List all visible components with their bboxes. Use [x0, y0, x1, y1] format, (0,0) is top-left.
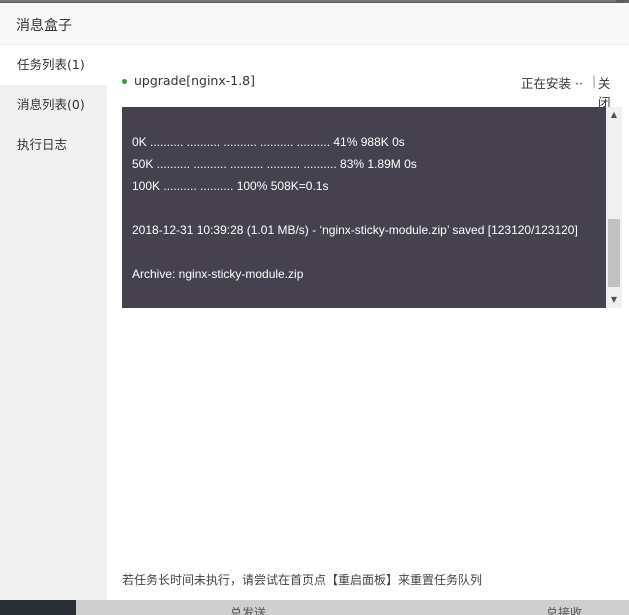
- sidebar-item-task-list[interactable]: 任务列表(1): [0, 45, 107, 85]
- task-status: 正在安装 ··: [521, 76, 583, 91]
- scrollbar-thumb[interactable]: [608, 219, 620, 287]
- console-line: 2018-12-31 10:39:28 (1.01 MB/s) - ‘nginx…: [132, 223, 578, 237]
- console-line: Archive: nginx-sticky-module.zip: [132, 267, 304, 281]
- console-line: 0K .......... .......... .......... ....…: [132, 135, 405, 149]
- modal-title: 消息盒子: [16, 18, 72, 34]
- sidebar-item-label: 执行日志: [17, 137, 68, 152]
- task-close-button[interactable]: 关闭: [598, 73, 622, 111]
- background-stats-bar: [0, 598, 629, 615]
- background-sidebar: [0, 598, 76, 615]
- scroll-down-arrow-icon[interactable]: ▼: [606, 292, 622, 308]
- task-row: upgrade[nginx-1.8] 正在安装 ·· | 关闭: [122, 72, 622, 110]
- task-separator: |: [592, 73, 597, 88]
- message-box-modal: 消息盒子 任务列表(1) 消息列表(0) 执行日志 upgrade[nginx-…: [0, 3, 629, 600]
- sidebar-item-execution-log[interactable]: 执行日志: [0, 125, 107, 165]
- sidebar-item-label: 消息列表(0): [17, 97, 85, 112]
- sidebar-item-message-list[interactable]: 消息列表(0): [0, 85, 107, 125]
- background-top-edge-inner: [0, 0, 616, 2]
- console-line: 100K .......... .......... 100% 508K=0.1…: [132, 179, 329, 193]
- install-log-console[interactable]: 0K .......... .......... .......... ....…: [122, 107, 622, 308]
- modal-sidebar: 任务列表(1) 消息列表(0) 执行日志: [0, 45, 107, 600]
- modal-header: 消息盒子: [0, 3, 629, 45]
- console-scrollbar[interactable]: ▲ ▼: [606, 107, 622, 308]
- console-line: 50K .......... .......... .......... ...…: [132, 157, 417, 171]
- task-name: upgrade[nginx-1.8]: [134, 73, 256, 88]
- scroll-up-arrow-icon[interactable]: ▲: [606, 107, 622, 123]
- sidebar-item-label: 任务列表(1): [17, 57, 85, 72]
- background-total-received-label: 总接收: [546, 606, 583, 615]
- task-queue-tip: 若任务长时间未执行，请尝试在首页点【重启面板】来重置任务队列: [122, 573, 483, 587]
- background-total-sent-label: 总发送: [230, 606, 267, 615]
- task-status-dot-icon: [122, 79, 127, 84]
